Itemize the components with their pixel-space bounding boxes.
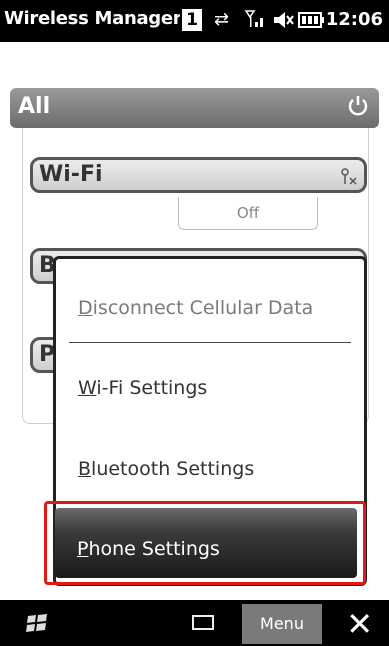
power-icon[interactable] xyxy=(347,94,369,116)
menu-button[interactable]: Menu xyxy=(242,604,322,644)
data-transfer-icon[interactable]: ⇄ xyxy=(214,9,229,31)
all-header[interactable]: All xyxy=(10,88,379,128)
windows-start-icon[interactable] xyxy=(26,612,48,634)
wifi-label: Wi-Fi xyxy=(39,162,103,187)
keyboard-icon[interactable] xyxy=(192,615,214,630)
close-icon[interactable]: ✕ xyxy=(346,604,373,644)
bottom-bar: Menu ✕ xyxy=(0,600,389,646)
menu-separator xyxy=(69,342,351,343)
speaker-mute-icon[interactable] xyxy=(272,9,294,37)
highlight-outline xyxy=(44,501,366,585)
wifi-status: Off xyxy=(178,197,318,230)
all-header-label: All xyxy=(18,94,51,119)
menu-item-disconnect-cellular-data: Disconnect Cellular Data xyxy=(78,297,314,319)
menu-item-bluetooth-settings[interactable]: Bluetooth Settings xyxy=(78,458,254,480)
battery-icon[interactable] xyxy=(298,9,326,37)
app-title: Wireless Manager xyxy=(4,8,180,29)
notification-badge[interactable]: 1 xyxy=(182,9,202,31)
clock[interactable]: 12:06 xyxy=(326,9,383,30)
menu-item-wifi-settings[interactable]: Wi-Fi Settings xyxy=(78,377,207,399)
signal-icon[interactable] xyxy=(244,9,266,35)
wifi-off-icon xyxy=(341,168,357,185)
wifi-toggle[interactable]: Wi-Fi xyxy=(30,157,367,193)
title-bar: Wireless Manager 1 ⇄ 12:06 xyxy=(0,0,389,42)
